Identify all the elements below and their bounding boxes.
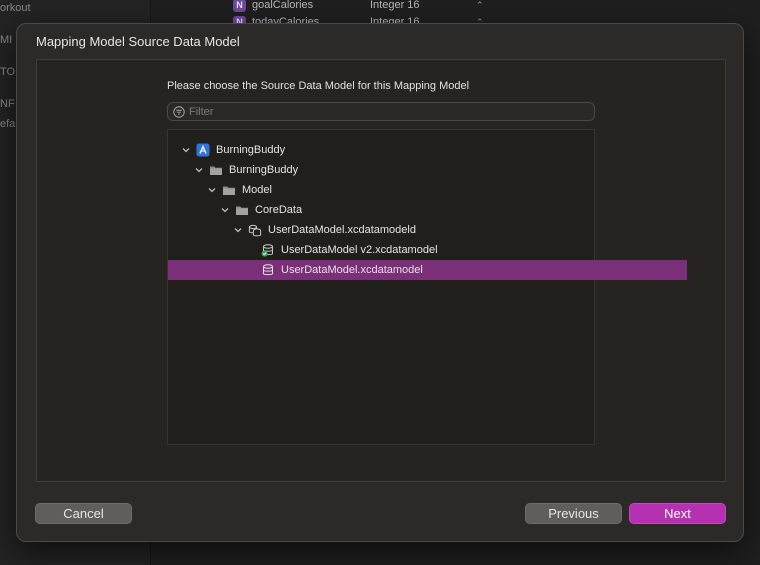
attribute-type-icon: N [233,0,246,12]
cancel-button[interactable]: Cancel [35,503,132,524]
chevron-down-icon[interactable] [194,165,204,175]
next-button[interactable]: Next [629,503,726,524]
mapping-model-sheet: Mapping Model Source Data Model Please c… [16,23,744,542]
tree-row-group[interactable]: Model [168,180,633,200]
sheet-title: Mapping Model Source Data Model [36,34,240,49]
folder-icon [210,166,222,175]
xcode-project-icon [196,143,210,157]
background-text: NF [0,98,15,110]
tree-row-group[interactable]: BurningBuddy [168,160,620,180]
attribute-name: goalCalories [252,0,314,11]
filter-field[interactable] [167,102,595,121]
versioned-data-model-icon [248,224,262,237]
background-text: orkout [0,2,31,14]
background-attribute-row: N goalCalories Integer 16 ⌃ [233,0,484,14]
chevron-down-icon[interactable] [220,205,230,215]
background-text: MI [0,34,13,46]
tree-row-group[interactable]: CoreData [168,200,646,220]
instruction-text: Please choose the Source Data Model for … [167,80,470,92]
background-text: efa [0,118,16,130]
tree-row-model-version[interactable]: UserDataModel v2.xcdatamodel [168,240,687,260]
folder-icon [223,186,235,195]
tree-item-label: UserDataModel.xcdatamodeld [268,224,416,236]
tree-item-label: BurningBuddy [216,144,286,156]
data-model-icon [263,264,273,276]
tree-item-label: Model [242,184,272,196]
chevron-down-icon[interactable] [181,145,191,155]
tree-item-label: UserDataModel.xcdatamodel [281,264,423,276]
updown-chevron-icon: ⌃ [476,0,484,10]
chevron-down-icon[interactable] [207,185,217,195]
folder-icon [236,206,248,215]
content-panel: Please choose the Source Data Model for … [36,59,726,482]
tree-item-label: BurningBuddy [229,164,299,176]
chevron-down-icon[interactable] [233,225,243,235]
attribute-type: Integer 16 [370,0,420,11]
tree-item-label: CoreData [255,204,303,216]
tree-row-model-bundle[interactable]: UserDataModel.xcdatamodeld [168,220,659,240]
source-model-tree[interactable]: BurningBuddy BurningBuddy Model CoreData… [167,129,687,445]
previous-button[interactable]: Previous [525,503,622,524]
tree-row-model-version-selected[interactable]: UserDataModel.xcdatamodel [168,260,687,280]
background-text: TO [0,66,16,78]
current-data-model-icon [261,244,273,257]
tree-row-project[interactable]: BurningBuddy [168,140,607,160]
filter-input[interactable] [189,105,594,118]
tree-item-label: UserDataModel v2.xcdatamodel [281,244,438,256]
filter-icon [173,105,185,118]
